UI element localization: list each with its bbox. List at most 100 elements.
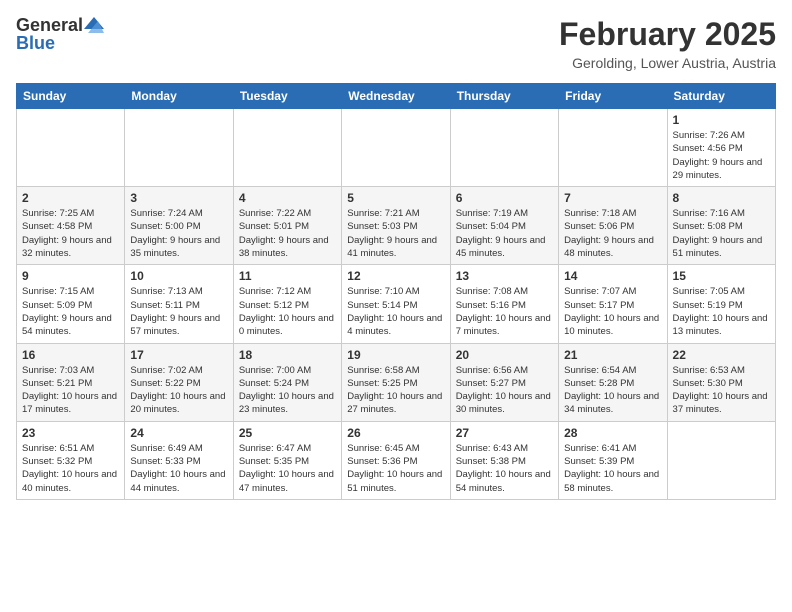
day-number: 23 xyxy=(22,426,119,440)
day-number: 17 xyxy=(130,348,227,362)
day-number: 9 xyxy=(22,269,119,283)
calendar-week-row: 2 Sunrise: 7:25 AM Sunset: 4:58 PM Daylig… xyxy=(17,187,776,265)
day-info: Sunrise: 6:54 AM Sunset: 5:28 PM Dayligh… xyxy=(564,364,661,417)
logo-icon xyxy=(84,17,104,33)
day-number: 28 xyxy=(564,426,661,440)
day-info: Sunrise: 7:10 AM Sunset: 5:14 PM Dayligh… xyxy=(347,285,444,338)
day-number: 26 xyxy=(347,426,444,440)
day-info: Sunrise: 7:16 AM Sunset: 5:08 PM Dayligh… xyxy=(673,207,770,260)
day-info: Sunrise: 6:43 AM Sunset: 5:38 PM Dayligh… xyxy=(456,442,553,495)
day-info: Sunrise: 7:21 AM Sunset: 5:03 PM Dayligh… xyxy=(347,207,444,260)
calendar-cell: 2 Sunrise: 7:25 AM Sunset: 4:58 PM Daylig… xyxy=(17,187,125,265)
calendar-cell: 13 Sunrise: 7:08 AM Sunset: 5:16 PM Dayli… xyxy=(450,265,558,343)
day-info: Sunrise: 7:00 AM Sunset: 5:24 PM Dayligh… xyxy=(239,364,336,417)
calendar-cell: 1 Sunrise: 7:26 AM Sunset: 4:56 PM Daylig… xyxy=(667,109,775,187)
calendar-week-row: 1 Sunrise: 7:26 AM Sunset: 4:56 PM Daylig… xyxy=(17,109,776,187)
calendar-cell: 8Sunrise: 7:16 AM Sunset: 5:08 PM Daylig… xyxy=(667,187,775,265)
day-number: 15 xyxy=(673,269,770,283)
logo-blue-text: Blue xyxy=(16,34,55,52)
calendar-cell: 23 Sunrise: 6:51 AM Sunset: 5:32 PM Dayli… xyxy=(17,421,125,499)
calendar-cell: 3 Sunrise: 7:24 AM Sunset: 5:00 PM Daylig… xyxy=(125,187,233,265)
day-number: 2 xyxy=(22,191,119,205)
day-number: 12 xyxy=(347,269,444,283)
day-info: Sunrise: 7:13 AM Sunset: 5:11 PM Dayligh… xyxy=(130,285,227,338)
calendar-cell: 14 Sunrise: 7:07 AM Sunset: 5:17 PM Dayli… xyxy=(559,265,667,343)
calendar-cell xyxy=(125,109,233,187)
calendar-cell xyxy=(450,109,558,187)
day-number: 16 xyxy=(22,348,119,362)
calendar-cell xyxy=(17,109,125,187)
page-header: General Blue February 2025 Gerolding, Lo… xyxy=(16,16,776,71)
day-number: 27 xyxy=(456,426,553,440)
calendar-cell: 21 Sunrise: 6:54 AM Sunset: 5:28 PM Dayli… xyxy=(559,343,667,421)
logo: General Blue xyxy=(16,16,104,52)
day-number: 24 xyxy=(130,426,227,440)
calendar-cell: 20Sunrise: 6:56 AM Sunset: 5:27 PM Dayli… xyxy=(450,343,558,421)
day-number: 5 xyxy=(347,191,444,205)
day-number: 18 xyxy=(239,348,336,362)
day-number: 1 xyxy=(673,113,770,127)
day-number: 6 xyxy=(456,191,553,205)
day-number: 10 xyxy=(130,269,227,283)
calendar-cell: 17 Sunrise: 7:02 AM Sunset: 5:22 PM Dayli… xyxy=(125,343,233,421)
calendar-cell: 5 Sunrise: 7:21 AM Sunset: 5:03 PM Daylig… xyxy=(342,187,450,265)
day-info: Sunrise: 6:58 AM Sunset: 5:25 PM Dayligh… xyxy=(347,364,444,417)
calendar-cell: 15 Sunrise: 7:05 AM Sunset: 5:19 PM Dayli… xyxy=(667,265,775,343)
calendar-cell: 24 Sunrise: 6:49 AM Sunset: 5:33 PM Dayli… xyxy=(125,421,233,499)
calendar-week-row: 9 Sunrise: 7:15 AM Sunset: 5:09 PM Daylig… xyxy=(17,265,776,343)
day-info: Sunrise: 7:26 AM Sunset: 4:56 PM Dayligh… xyxy=(673,129,770,182)
day-info: Sunrise: 7:22 AM Sunset: 5:01 PM Dayligh… xyxy=(239,207,336,260)
day-number: 19 xyxy=(347,348,444,362)
day-info: Sunrise: 7:18 AM Sunset: 5:06 PM Dayligh… xyxy=(564,207,661,260)
day-number: 3 xyxy=(130,191,227,205)
day-number: 7 xyxy=(564,191,661,205)
day-info: Sunrise: 6:49 AM Sunset: 5:33 PM Dayligh… xyxy=(130,442,227,495)
day-info: Sunrise: 7:03 AM Sunset: 5:21 PM Dayligh… xyxy=(22,364,119,417)
column-header-thursday: Thursday xyxy=(450,84,558,109)
day-info: Sunrise: 7:15 AM Sunset: 5:09 PM Dayligh… xyxy=(22,285,119,338)
day-info: Sunrise: 7:24 AM Sunset: 5:00 PM Dayligh… xyxy=(130,207,227,260)
logo-general-text: General xyxy=(16,16,83,34)
day-number: 22 xyxy=(673,348,770,362)
column-header-monday: Monday xyxy=(125,84,233,109)
day-info: Sunrise: 6:53 AM Sunset: 5:30 PM Dayligh… xyxy=(673,364,770,417)
calendar-header-row: SundayMondayTuesdayWednesdayThursdayFrid… xyxy=(17,84,776,109)
day-info: Sunrise: 6:47 AM Sunset: 5:35 PM Dayligh… xyxy=(239,442,336,495)
month-year: February 2025 xyxy=(559,16,776,53)
calendar-cell: 10 Sunrise: 7:13 AM Sunset: 5:11 PM Dayli… xyxy=(125,265,233,343)
calendar-cell: 18 Sunrise: 7:00 AM Sunset: 5:24 PM Dayli… xyxy=(233,343,341,421)
calendar-cell: 7 Sunrise: 7:18 AM Sunset: 5:06 PM Daylig… xyxy=(559,187,667,265)
calendar-cell: 4 Sunrise: 7:22 AM Sunset: 5:01 PM Daylig… xyxy=(233,187,341,265)
day-info: Sunrise: 7:07 AM Sunset: 5:17 PM Dayligh… xyxy=(564,285,661,338)
day-info: Sunrise: 7:19 AM Sunset: 5:04 PM Dayligh… xyxy=(456,207,553,260)
calendar-cell: 19 Sunrise: 6:58 AM Sunset: 5:25 PM Dayli… xyxy=(342,343,450,421)
day-info: Sunrise: 7:05 AM Sunset: 5:19 PM Dayligh… xyxy=(673,285,770,338)
calendar-week-row: 16 Sunrise: 7:03 AM Sunset: 5:21 PM Dayli… xyxy=(17,343,776,421)
calendar-cell: 22 Sunrise: 6:53 AM Sunset: 5:30 PM Dayli… xyxy=(667,343,775,421)
day-info: Sunrise: 6:51 AM Sunset: 5:32 PM Dayligh… xyxy=(22,442,119,495)
day-number: 20 xyxy=(456,348,553,362)
title-block: February 2025 Gerolding, Lower Austria, … xyxy=(559,16,776,71)
day-number: 13 xyxy=(456,269,553,283)
calendar-cell: 28Sunrise: 6:41 AM Sunset: 5:39 PM Dayli… xyxy=(559,421,667,499)
calendar-cell xyxy=(342,109,450,187)
calendar-cell xyxy=(233,109,341,187)
location: Gerolding, Lower Austria, Austria xyxy=(559,55,776,71)
day-info: Sunrise: 6:45 AM Sunset: 5:36 PM Dayligh… xyxy=(347,442,444,495)
day-number: 4 xyxy=(239,191,336,205)
calendar-cell: 27 Sunrise: 6:43 AM Sunset: 5:38 PM Dayli… xyxy=(450,421,558,499)
day-info: Sunrise: 7:12 AM Sunset: 5:12 PM Dayligh… xyxy=(239,285,336,338)
calendar-table: SundayMondayTuesdayWednesdayThursdayFrid… xyxy=(16,83,776,500)
day-info: Sunrise: 7:02 AM Sunset: 5:22 PM Dayligh… xyxy=(130,364,227,417)
column-header-saturday: Saturday xyxy=(667,84,775,109)
column-header-wednesday: Wednesday xyxy=(342,84,450,109)
day-info: Sunrise: 7:08 AM Sunset: 5:16 PM Dayligh… xyxy=(456,285,553,338)
calendar-cell: 12 Sunrise: 7:10 AM Sunset: 5:14 PM Dayli… xyxy=(342,265,450,343)
day-info: Sunrise: 7:25 AM Sunset: 4:58 PM Dayligh… xyxy=(22,207,119,260)
calendar-week-row: 23 Sunrise: 6:51 AM Sunset: 5:32 PM Dayli… xyxy=(17,421,776,499)
calendar-cell: 9 Sunrise: 7:15 AM Sunset: 5:09 PM Daylig… xyxy=(17,265,125,343)
calendar-cell xyxy=(559,109,667,187)
calendar-cell: 11Sunrise: 7:12 AM Sunset: 5:12 PM Dayli… xyxy=(233,265,341,343)
day-number: 14 xyxy=(564,269,661,283)
day-number: 21 xyxy=(564,348,661,362)
